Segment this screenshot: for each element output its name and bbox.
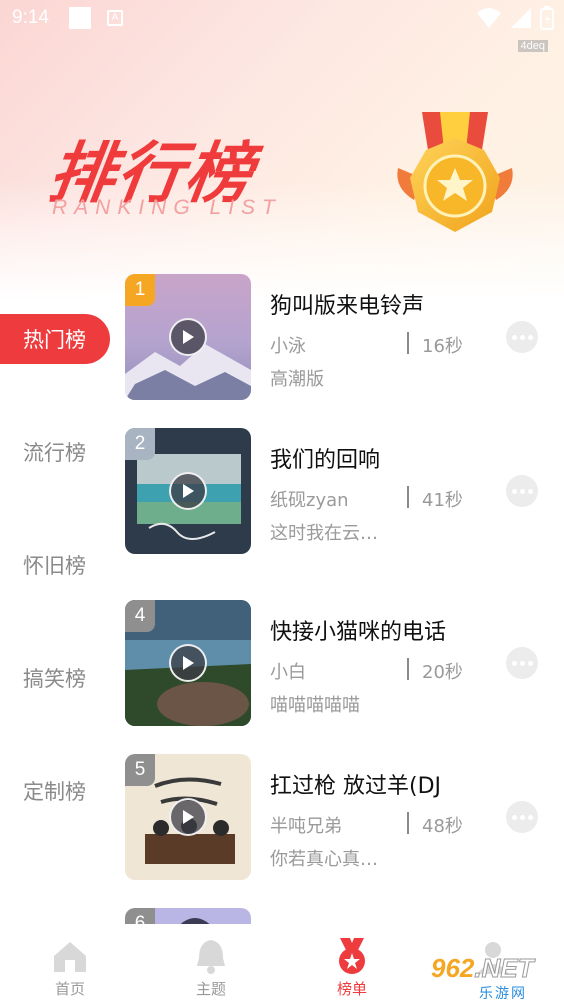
sidebar-item-label: 热门榜 <box>23 328 86 352</box>
play-icon <box>183 330 194 344</box>
play-button[interactable] <box>169 318 207 356</box>
dot-icon <box>519 488 525 494</box>
rank-badge: 5 <box>125 754 155 786</box>
sidebar-item-nostalgia[interactable]: 怀旧榜 <box>0 540 112 590</box>
status-bar: 9:14 A <box>0 0 564 36</box>
song-artist: 半吨兄弟 <box>270 816 342 837</box>
watermark-main: 962.NET <box>431 953 534 984</box>
dot-icon <box>519 660 525 666</box>
song-duration: 20秒 <box>422 662 463 683</box>
more-options-button[interactable] <box>506 647 538 679</box>
nav-label: 榜单 <box>336 980 367 998</box>
song-duration: 41秒 <box>422 490 463 511</box>
dot-icon <box>527 334 533 340</box>
sidebar-item-hot[interactable]: 热门榜 <box>0 314 110 364</box>
divider <box>407 486 409 508</box>
play-icon <box>183 810 194 824</box>
song-row[interactable]: 2 我们的回响 纸砚zyan 41秒 这时我在云… <box>125 428 550 556</box>
play-button[interactable] <box>169 644 207 682</box>
sidebar-item-popular[interactable]: 流行榜 <box>0 427 112 477</box>
notification-square-icon <box>69 7 91 29</box>
song-cover[interactable]: 2 <box>125 428 251 554</box>
battery-icon <box>540 6 554 30</box>
nav-label: 主题 <box>195 980 226 998</box>
medal-icon <box>339 938 365 974</box>
song-description: 喵喵喵喵喵 <box>270 695 360 716</box>
song-description: 高潮版 <box>270 369 324 390</box>
watermark-number: 962 <box>431 953 475 983</box>
dot-icon <box>527 488 533 494</box>
dot-icon <box>519 334 525 340</box>
song-row[interactable]: 5 扛过枪 放过羊(DJ 半吨兄弟 48秒 你若真心真… <box>125 754 550 882</box>
song-duration: 16秒 <box>422 336 463 357</box>
sidebar-item-label: 流行榜 <box>23 441 86 465</box>
song-title: 扛过枪 放过羊(DJ <box>270 774 442 799</box>
rank-badge: 4 <box>125 600 155 632</box>
nav-item-home[interactable]: 首页 <box>30 936 110 999</box>
dot-icon <box>519 814 525 820</box>
song-title: 快接小猫咪的电话 <box>270 620 447 645</box>
divider <box>407 332 409 354</box>
watermark-net: .NET <box>474 953 534 984</box>
sidebar-item-label: 怀旧榜 <box>23 554 86 578</box>
watermark-logo: 962.NET 乐游网 <box>425 953 561 1003</box>
more-options-button[interactable] <box>506 801 538 833</box>
divider <box>407 658 409 680</box>
song-description: 你若真心真… <box>270 849 378 870</box>
status-time: 9:14 <box>12 7 49 28</box>
accessibility-a-icon: A <box>107 10 123 26</box>
song-cover[interactable]: 5 <box>125 754 251 880</box>
sidebar-item-custom[interactable]: 定制榜 <box>0 766 112 816</box>
song-cover[interactable]: 1 <box>125 274 251 400</box>
play-icon <box>183 656 194 670</box>
wifi-icon <box>477 8 501 28</box>
play-button[interactable] <box>169 472 207 510</box>
dot-icon <box>511 660 517 666</box>
bell-icon <box>197 940 225 974</box>
song-title: 我们的回响 <box>270 448 381 473</box>
song-cover[interactable]: 4 <box>125 600 251 726</box>
more-options-button[interactable] <box>506 321 538 353</box>
sidebar-item-label: 定制榜 <box>23 780 86 804</box>
song-row[interactable]: 1 狗叫版来电铃声 小泳 16秒 高潮版 <box>125 274 550 402</box>
song-duration: 48秒 <box>422 816 463 837</box>
play-button[interactable] <box>169 798 207 836</box>
dot-icon <box>511 814 517 820</box>
rank-badge: 1 <box>125 274 155 306</box>
nav-item-theme[interactable]: 主题 <box>171 936 251 999</box>
sidebar-item-label: 搞笑榜 <box>23 667 86 691</box>
dot-icon <box>527 660 533 666</box>
signal-icon <box>511 8 531 28</box>
corner-tag: 4deq <box>517 40 548 52</box>
dot-icon <box>511 334 517 340</box>
divider <box>407 812 409 834</box>
rank-badge: 2 <box>125 428 155 460</box>
song-description: 这时我在云… <box>270 523 378 544</box>
page-subtitle: RANKING LIST <box>52 196 282 219</box>
medal-icon <box>397 112 513 232</box>
watermark-sub: 乐游网 <box>479 986 527 1002</box>
song-artist: 小白 <box>270 662 306 683</box>
song-artist: 纸砚zyan <box>270 490 349 511</box>
song-artist: 小泳 <box>270 336 306 357</box>
nav-item-ranking[interactable]: 榜单 <box>312 936 392 999</box>
song-row[interactable]: 4 快接小猫咪的电话 小白 20秒 喵喵喵喵喵 <box>125 600 550 728</box>
song-title: 狗叫版来电铃声 <box>270 294 425 319</box>
home-icon <box>54 942 86 972</box>
sidebar-item-funny[interactable]: 搞笑榜 <box>0 653 112 703</box>
more-options-button[interactable] <box>506 475 538 507</box>
play-icon <box>183 484 194 498</box>
dot-icon <box>511 488 517 494</box>
nav-label: 首页 <box>54 980 85 998</box>
dot-icon <box>527 814 533 820</box>
